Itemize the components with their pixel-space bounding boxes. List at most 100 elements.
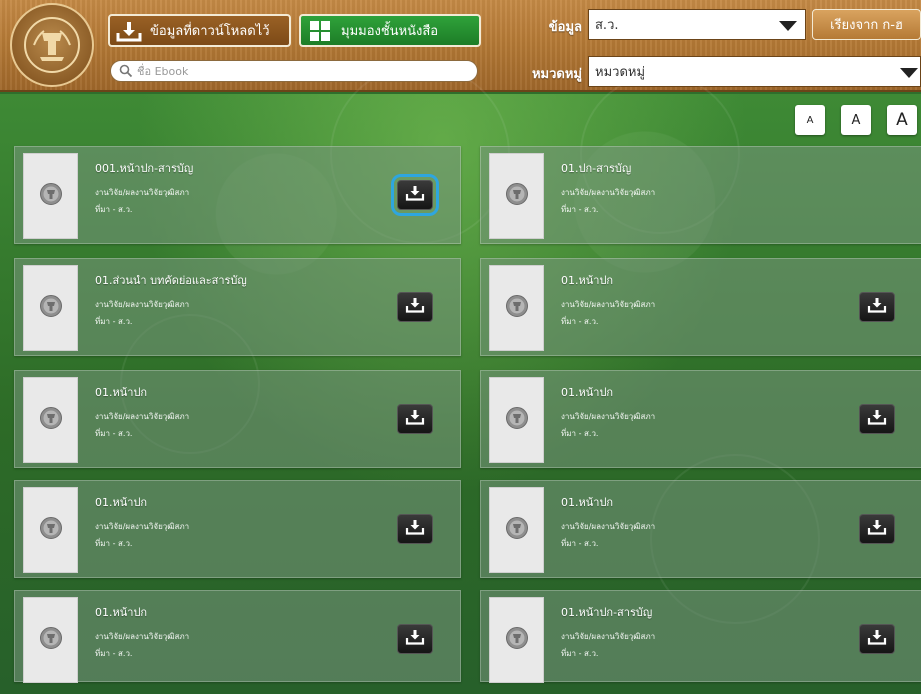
- font-size-small-label: A: [806, 114, 814, 126]
- chevron-down-icon: [900, 68, 918, 78]
- book-card[interactable]: 01.หน้าปก งานวิจัย/ผลงานวิจัยวุฒิสภา ที่มา…: [480, 480, 921, 578]
- sort-label: เรียงจาก ก-ฮ: [830, 18, 903, 33]
- book-title: 01.ส่วนนำ บทคัดย่อและสารบัญ: [95, 274, 247, 287]
- data-filter-label: ข้อมูล: [548, 20, 582, 35]
- download-button[interactable]: [859, 292, 895, 322]
- parliament-emblem-icon: [505, 626, 529, 654]
- search-placeholder: ชื่อ Ebook: [137, 65, 189, 78]
- book-cover-thumbnail[interactable]: [23, 377, 78, 463]
- book-cover-thumbnail[interactable]: [489, 153, 544, 239]
- book-title: 01.หน้าปก: [561, 274, 614, 287]
- book-category: งานวิจัย/ผลงานวิจัยวุฒิสภา: [95, 188, 190, 197]
- parliament-emblem-icon: [39, 516, 63, 544]
- parliament-emblem-icon: [39, 406, 63, 434]
- book-title: 01.หน้าปก: [95, 606, 148, 619]
- font-size-large-button[interactable]: A: [887, 105, 917, 135]
- download-button[interactable]: [397, 404, 433, 434]
- download-icon: [867, 519, 887, 539]
- download-button[interactable]: [859, 514, 895, 544]
- download-button[interactable]: [859, 624, 895, 654]
- parliament-emblem-icon: [505, 294, 529, 322]
- download-icon: [405, 185, 425, 205]
- book-cover-thumbnail[interactable]: [489, 597, 544, 683]
- category-filter-label: หมวดหมู่: [531, 67, 582, 82]
- download-icon: [405, 629, 425, 649]
- download-button[interactable]: [397, 292, 433, 322]
- book-cover-thumbnail[interactable]: [489, 265, 544, 351]
- download-button[interactable]: [859, 404, 895, 434]
- book-category: งานวิจัย/ผลงานวิจัยวุฒิสภา: [561, 522, 656, 531]
- book-source: ที่มา - ส.ว.: [95, 429, 133, 438]
- book-source: ที่มา - ส.ว.: [95, 205, 133, 214]
- book-source: ที่มา - ส.ว.: [561, 317, 599, 326]
- book-title: 01.หน้าปก-สารบัญ: [561, 606, 653, 619]
- book-title: 001.หน้าปก-สารบัญ: [95, 162, 194, 175]
- book-source: ที่มา - ส.ว.: [95, 539, 133, 548]
- book-cover-thumbnail[interactable]: [489, 377, 544, 463]
- download-button[interactable]: [397, 514, 433, 544]
- book-source: ที่มา - ส.ว.: [561, 539, 599, 548]
- book-card[interactable]: 01.หน้าปก-สารบัญงานวิจัย/ผลงานวิจัยวุฒิส…: [480, 590, 921, 683]
- downloaded-data-button[interactable]: ข้อมูลที่ดาวน์โหลดไว้: [108, 14, 291, 47]
- parliament-logo: [10, 3, 94, 87]
- sort-button[interactable]: เรียงจาก ก-ฮ: [812, 9, 921, 40]
- download-icon: [116, 20, 142, 42]
- bookshelf-view-button[interactable]: มุมมองชั้นหนังสือ: [299, 14, 481, 47]
- book-cover-thumbnail[interactable]: [23, 153, 78, 239]
- download-icon: [867, 629, 887, 649]
- book-cover-thumbnail[interactable]: [23, 265, 78, 351]
- book-card[interactable]: 01.ปก-สารบัญงานวิจัย/ผลงานวิจัยวุฒิสภาที…: [480, 146, 921, 244]
- book-source: ที่มา - ส.ว.: [561, 205, 599, 214]
- book-category: งานวิจัย/ผลงานวิจัยวุฒิสภา: [95, 412, 190, 421]
- book-category: งานวิจัย/ผลงานวิจัยวุฒิสภา: [561, 412, 656, 421]
- book-category: งานวิจัย/ผลงานวิจัยวุฒิสภา: [95, 632, 190, 641]
- search-icon: [119, 64, 133, 78]
- book-title: 01.หน้าปก: [95, 386, 148, 399]
- book-title: 01.หน้าปก: [95, 496, 148, 509]
- font-size-small-button[interactable]: A: [795, 105, 825, 135]
- parliament-emblem-icon: [505, 406, 529, 434]
- font-size-medium-label: A: [851, 112, 861, 128]
- font-size-large-label: A: [896, 110, 908, 130]
- parliament-emblem-icon: [505, 516, 529, 544]
- parliament-emblem-icon: [39, 294, 63, 322]
- book-title: 01.หน้าปก: [561, 386, 614, 399]
- download-icon: [867, 297, 887, 317]
- book-card[interactable]: 001.หน้าปก-สารบัญงานวิจัย/ผลงานวิจัยวุฒิ…: [14, 146, 461, 244]
- data-filter-select[interactable]: ส.ว.: [588, 9, 806, 40]
- book-source: ที่มา - ส.ว.: [95, 649, 133, 658]
- book-category: งานวิจัย/ผลงานวิจัยวุฒิสภา: [561, 632, 656, 641]
- download-button[interactable]: [391, 174, 439, 216]
- book-card[interactable]: 01.หน้าปกงานวิจัย/ผลงานวิจัยวุฒิสภาที่มา…: [480, 258, 921, 356]
- download-icon: [405, 297, 425, 317]
- book-category: งานวิจัย/ผลงานวิจัยวุฒิสภา: [561, 188, 656, 197]
- download-icon: [867, 409, 887, 429]
- parliament-emblem-icon: [505, 182, 529, 210]
- data-filter-value: ส.ว.: [595, 18, 619, 33]
- parliament-emblem-icon: [39, 182, 63, 210]
- book-cover-thumbnail[interactable]: [23, 597, 78, 683]
- book-card[interactable]: 01.ส่วนนำ บทคัดย่อและสารบัญงานวิจัย/ผลงา…: [14, 258, 461, 356]
- grid-icon: [307, 20, 333, 42]
- book-card[interactable]: 01.หน้าปกงานวิจัย/ผลงานวิจัยวุฒิสภาที่มา…: [14, 480, 461, 578]
- book-cover-thumbnail[interactable]: [489, 487, 544, 573]
- book-card[interactable]: 01.หน้าปกงานวิจัย/ผลงานวิจัยวุฒิสภาที่มา…: [480, 370, 921, 468]
- downloaded-data-label: ข้อมูลที่ดาวน์โหลดไว้: [150, 24, 270, 39]
- book-source: ที่มา - ส.ว.: [561, 649, 599, 658]
- bookshelf-view-label: มุมมองชั้นหนังสือ: [341, 24, 439, 39]
- font-size-medium-button[interactable]: A: [841, 105, 871, 135]
- parliament-emblem-icon: [39, 626, 63, 654]
- book-card[interactable]: 01.หน้าปกงานวิจัย/ผลงานวิจัยวุฒิสภาที่มา…: [14, 590, 461, 683]
- book-category: งานวิจัย/ผลงานวิจัยวุฒิสภา: [95, 522, 190, 531]
- book-category: งานวิจัย/ผลงานวิจัยวุฒิสภา: [561, 300, 656, 309]
- book-source: ที่มา - ส.ว.: [561, 429, 599, 438]
- book-cover-thumbnail[interactable]: [23, 487, 78, 573]
- download-button[interactable]: [397, 624, 433, 654]
- parliament-emblem-icon: [24, 17, 80, 73]
- download-icon: [405, 519, 425, 539]
- chevron-down-icon: [779, 21, 797, 31]
- book-title: 01.ปก-สารบัญ: [561, 162, 632, 175]
- book-source: ที่มา - ส.ว.: [95, 317, 133, 326]
- book-category: งานวิจัย/ผลงานวิจัยวุฒิสภา: [95, 300, 190, 309]
- book-card[interactable]: 01.หน้าปกงานวิจัย/ผลงานวิจัยวุฒิสภาที่มา…: [14, 370, 461, 468]
